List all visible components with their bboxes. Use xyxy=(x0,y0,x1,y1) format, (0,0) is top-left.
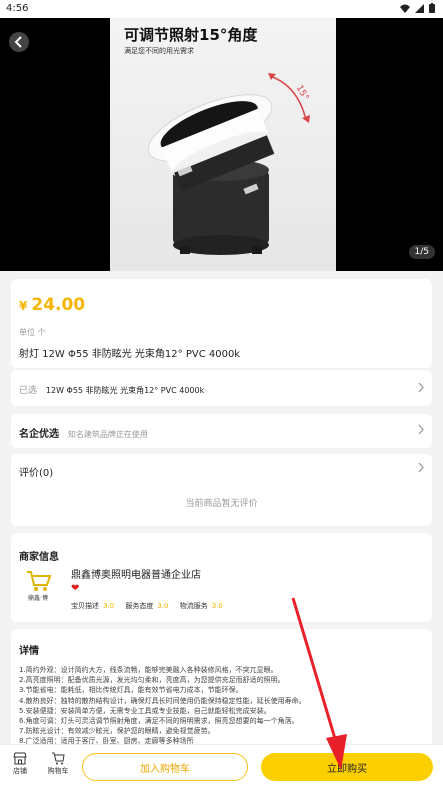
merchant-section-title: 商家信息 xyxy=(19,552,59,563)
brand-value: 知名建筑品牌正在使用 xyxy=(67,430,148,439)
brand-label: 名企优选 xyxy=(19,429,59,440)
chevron-right-icon xyxy=(418,382,424,393)
score-label: 宝贝描述 xyxy=(71,602,99,610)
price: ¥24.00 xyxy=(19,295,85,315)
cart-label: 购物车 xyxy=(47,767,69,775)
reviews-card[interactable]: 评价(0) 当前商品暂无评价 xyxy=(11,454,432,526)
detail-line: 5.安装便捷：安装简单方便，无需专业工具或专业技能，自己就能轻松完成安装。 xyxy=(19,706,271,715)
reviews-label: 评价(0) xyxy=(19,468,54,479)
brand-text: 名企优选 知名建筑品牌正在使用 xyxy=(19,425,148,440)
spec-selection-text: 已选 12W Φ55 非防眩光 光束角12° PVC 4000k xyxy=(19,383,204,396)
detail-line: 7.防眩光设计：有效减少眩光，保护您的眼睛，避免视觉疲劳。 xyxy=(19,727,215,736)
unit-label: 单位 个 xyxy=(19,328,46,337)
detail-line: 2.高亮度照明：配备优质光源，发光均匀柔和，亮度高，为您提供充足而舒适的照明。 xyxy=(19,676,285,685)
detail-line: 3.节能省电：能耗低，相比传统灯具，能有效节省电力成本，节能环保。 xyxy=(19,686,243,695)
signal-icon xyxy=(415,3,424,13)
merchant-name: 鼎鑫博奥照明电器普通企业店 xyxy=(71,570,201,581)
merchant-card[interactable]: 商家信息 鼎鑫·博 鼎鑫博奥照明电器普通企业店 ❤ 宝贝描述 3.0 服务态度 3.… xyxy=(11,533,432,622)
shopping-cart-logo-icon xyxy=(27,571,52,591)
merchant-scores: 宝贝描述 3.0 服务态度 3.0 物流服务 3.0 xyxy=(71,601,232,611)
score-value: 3.0 xyxy=(103,602,115,610)
merchant-logo-text: 鼎鑫·博 xyxy=(28,595,48,602)
score-value: 3.0 xyxy=(211,602,223,610)
chevron-left-icon xyxy=(14,36,22,48)
detail-line: 4.散热良好：独特的散热结构设计，确保灯具长时间使用仍能保持稳定性能，延长使用寿… xyxy=(19,696,306,705)
spec-selection-row[interactable]: 已选 12W Φ55 非防眩光 光束角12° PVC 4000k xyxy=(11,370,432,406)
chevron-right-icon xyxy=(418,424,424,435)
heart-icon[interactable]: ❤ xyxy=(71,583,79,594)
score-value: 3.0 xyxy=(157,602,169,610)
product-image-carousel[interactable]: 可调节照射15°角度 满足您不同的用光需求 15° 1/5 xyxy=(0,18,443,271)
system-icons xyxy=(400,3,435,13)
product-title: 射灯 12W Φ55 非防眩光 光束角12° PVC 4000k xyxy=(19,349,241,360)
product-photo: 可调节照射15°角度 满足您不同的用光需求 15° xyxy=(110,18,336,271)
store-label: 店铺 xyxy=(13,767,27,775)
detail-line: 6.角度可调：灯头可灵活调节照射角度，满足不同的照明需求，照亮您想要的每一个角落… xyxy=(19,717,299,726)
store-button[interactable]: 店铺 xyxy=(7,752,33,776)
add-to-cart-button[interactable]: 加入购物车 xyxy=(82,753,248,781)
bottom-action-bar: 店铺 购物车 加入购物车 立即购买 xyxy=(0,744,443,789)
status-bar: 4:56 xyxy=(0,0,443,18)
buy-now-button[interactable]: 立即购买 xyxy=(261,753,433,781)
merchant-logo: 鼎鑫·博 xyxy=(21,569,55,603)
status-time: 4:56 xyxy=(6,3,29,14)
battery-icon xyxy=(429,3,435,13)
spotlight-product-image xyxy=(147,73,310,255)
store-icon xyxy=(13,752,27,765)
cart-icon xyxy=(52,752,65,765)
score-label: 服务态度 xyxy=(125,602,154,610)
wifi-icon xyxy=(400,4,410,13)
detail-line: 1.简约外观：设计简约大方，线条流畅，能够完美融入各种装修风格，不突兀显眼。 xyxy=(19,666,278,674)
selected-value: 12W Φ55 非防眩光 光束角12° PVC 4000k xyxy=(45,386,205,395)
details-text: 1.简约外观：设计简约大方，线条流畅，能够完美融入各种装修风格，不突兀显眼。 2… xyxy=(19,665,306,745)
image-pager: 1/5 xyxy=(408,245,435,259)
brand-row[interactable]: 名企优选 知名建筑品牌正在使用 xyxy=(11,414,432,448)
reviews-empty-text: 当前商品暂无评价 xyxy=(185,499,258,509)
cart-button[interactable]: 购物车 xyxy=(45,752,71,776)
selected-label: 已选 xyxy=(19,386,38,396)
price-card: ¥24.00 单位 个 射灯 12W Φ55 非防眩光 光束角12° PVC 4… xyxy=(11,279,432,368)
back-button[interactable] xyxy=(9,32,29,52)
chevron-right-icon xyxy=(418,462,424,473)
price-value: 24.00 xyxy=(31,295,86,315)
details-title: 详情 xyxy=(19,646,39,657)
score-label: 物流服务 xyxy=(179,602,208,610)
details-card: 详情 1.简约外观：设计简约大方，线条流畅，能够完美融入各种装修风格，不突兀显眼… xyxy=(11,629,432,745)
currency-symbol: ¥ xyxy=(19,299,28,313)
